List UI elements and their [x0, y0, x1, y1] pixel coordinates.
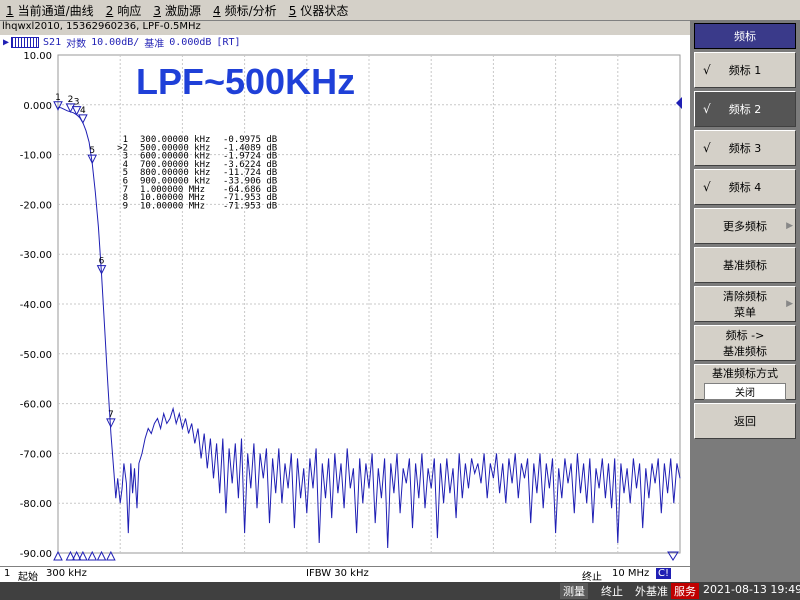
trace-icon: ▶: [3, 37, 10, 48]
marker-number: 2: [68, 95, 74, 105]
check-icon: √: [703, 141, 711, 155]
measurement-title: lhqwxl2010, 15362960236, LPF-0.5MHz: [2, 21, 201, 32]
start-value[interactable]: 300 kHz: [46, 568, 87, 579]
trace-status-bar[interactable]: ▶ S21 对数 10.00dB/ 基准 0.000dB [RT]: [0, 35, 690, 50]
stop-value[interactable]: 10 MHz: [612, 568, 649, 579]
measure-indicator: 测量: [560, 583, 588, 599]
more-markers-button[interactable]: 更多频标 ▶: [694, 208, 796, 244]
trace-parameter: S21: [43, 37, 62, 48]
marker-number: 4: [80, 106, 86, 116]
y-tick-label: 0.000: [23, 101, 52, 112]
trace-mode: [RT]: [216, 37, 241, 48]
marker-to-reference-button[interactable]: 频标 -> 基准频标: [694, 325, 796, 361]
plot-title: LPF~500KHz: [136, 61, 355, 102]
stop-label[interactable]: 终止: [582, 568, 602, 583]
trace-scale: 10.00dB/: [91, 37, 140, 48]
service-indicator: 服务: [671, 583, 699, 599]
menu-response[interactable]: 2 响应: [106, 2, 142, 19]
start-label[interactable]: 起始: [18, 568, 38, 583]
datetime: 2021-08-13 19:49: [703, 583, 800, 596]
y-tick-label: -40.00: [20, 300, 52, 311]
y-tick-label: -60.00: [20, 400, 52, 411]
marker-3-button[interactable]: √ 频标 3: [694, 130, 796, 166]
menu-instrument-state[interactable]: 5 仪器状态: [289, 2, 349, 19]
reference-marker-mode-value: 关闭: [704, 382, 786, 400]
menu-marker-analysis[interactable]: 4 频标/分析: [213, 2, 277, 19]
y-tick-label: -30.00: [20, 250, 52, 261]
marker-4-button[interactable]: √ 频标 4: [694, 169, 796, 205]
submenu-arrow-icon: ▶: [786, 299, 793, 309]
y-tick-label: -10.00: [20, 151, 52, 162]
marker-1-button[interactable]: √ 频标 1: [694, 52, 796, 88]
check-icon: √: [703, 102, 711, 116]
marker-number: 6: [99, 257, 105, 267]
marker-number: 5: [89, 146, 95, 156]
ext-ref-indicator: 外基准: [635, 585, 668, 598]
softkey-panel: 频标 √ 频标 1 √ 频标 2 √ 频标 3 √ 频标 4 更多频标 ▶ 基准频标 清除…: [690, 20, 800, 582]
menu-channel-trace[interactable]: 1 当前通道/曲线: [6, 2, 94, 19]
y-tick-label: -70.00: [20, 449, 52, 460]
menu-stimulus[interactable]: 3 激励源: [153, 2, 201, 19]
reference-marker-button[interactable]: 基准频标: [694, 247, 796, 283]
check-icon: √: [703, 180, 711, 194]
marker-table-index: 9: [123, 201, 128, 211]
y-tick-label: 10.00: [23, 51, 52, 62]
marker-number: 3: [74, 98, 80, 108]
menu-bar: 1 当前通道/曲线 2 响应 3 激励源 4 频标/分析 5 仪器状态: [0, 0, 800, 21]
marker-table-frequency: 10.00000 MHz: [140, 201, 205, 211]
trace-ref-label: 基准: [144, 39, 165, 50]
back-button[interactable]: 返回: [694, 403, 796, 439]
marker-2-button[interactable]: √ 频标 2: [694, 91, 796, 127]
y-tick-label: -90.00: [20, 549, 52, 560]
stimulus-status-bar: 1 起始 300 kHz IFBW 30 kHz 终止 10 MHz C!: [0, 566, 690, 583]
marker-table: 1 300.00000 kHz -0.9975 dB>2 500.00000 kHz -…: [117, 135, 277, 211]
y-tick-label: -50.00: [20, 350, 52, 361]
y-tick-label: -20.00: [20, 200, 52, 211]
check-icon: √: [703, 63, 711, 77]
system-status-bar: 测量 终止 外基准 服务 2021-08-13 19:49: [0, 582, 800, 600]
trace-plot[interactable]: 10.00 0.000 -10.00 -20.00 -30.00 -40.00 -50.00…: [0, 50, 690, 566]
trace-ref-value: 0.000dB: [169, 37, 212, 48]
marker-number: 1: [55, 93, 61, 103]
y-tick-label: -80.00: [20, 499, 52, 510]
ifbw-value[interactable]: IFBW 30 kHz: [306, 568, 369, 579]
grid-icon: [11, 37, 40, 48]
reference-marker-mode-button[interactable]: 基准频标方式 关闭: [694, 364, 796, 400]
correction-indicator: C!: [656, 568, 671, 579]
channel-number: 1: [4, 568, 11, 579]
marker-table-value: -71.953 dB: [223, 201, 277, 211]
submenu-arrow-icon: ▶: [786, 221, 793, 231]
stop-indicator: 终止: [601, 585, 623, 598]
marker-number: 7: [108, 410, 114, 420]
softkey-title: 频标: [694, 23, 796, 49]
clear-marker-menu-button[interactable]: 清除频标 菜单 ▶: [694, 286, 796, 322]
trace-format: 对数: [66, 39, 87, 50]
